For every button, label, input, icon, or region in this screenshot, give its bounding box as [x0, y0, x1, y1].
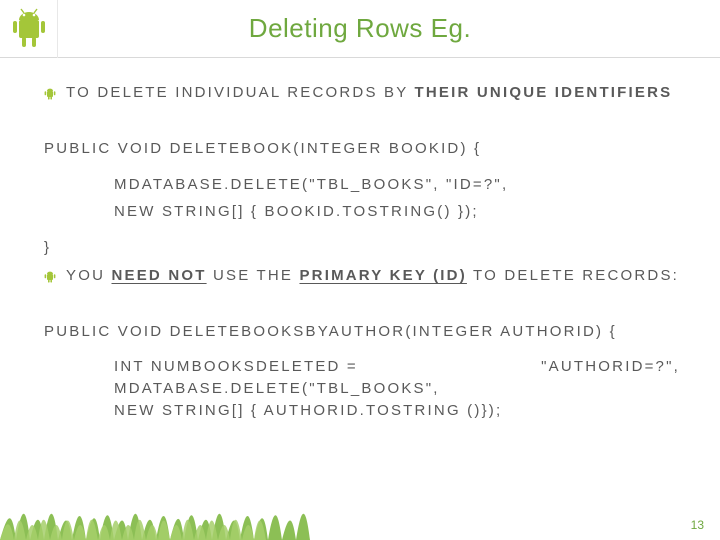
bullet-item: YOU NEED NOT USE THE PRIMARY KEY (ID) TO… — [44, 265, 680, 291]
text-emph: PRIMARY KEY (ID) — [299, 267, 466, 284]
text-emph: THEIR UNIQUE IDENTIFIERS — [415, 84, 673, 101]
bullet-text: TO DELETE INDIVIDUAL RECORDS BY THEIR UN… — [66, 82, 680, 104]
code-line: PUBLIC VOID DELETEBOOKSBYAUTHOR(INTEGER … — [44, 321, 680, 343]
slide-body: TO DELETE INDIVIDUAL RECORDS BY THEIR UN… — [0, 58, 720, 422]
android-bullet-icon — [44, 269, 56, 291]
code-line: NEW STRING[] { AUTHORID.TOSTRING ()}); — [44, 400, 680, 422]
code-line: MDATABASE.DELETE("TBL_BOOKS", "ID=?", — [44, 174, 680, 196]
code-line: NEW STRING[] { BOOKID.TOSTRING() }); — [44, 201, 680, 223]
text-span: YOU — [66, 267, 111, 284]
slide-header: Deleting Rows Eg. — [0, 0, 720, 58]
slide-title: Deleting Rows Eg. — [58, 13, 720, 44]
text-emph: NEED NOT — [111, 267, 206, 284]
text-span: TO DELETE INDIVIDUAL RECORDS BY — [66, 84, 415, 101]
page-number: 13 — [691, 518, 704, 532]
code-line: "AUTHORID=?", — [541, 356, 680, 400]
android-bullet-icon — [44, 86, 56, 108]
text-span: USE THE — [207, 267, 300, 284]
android-logo-icon — [0, 0, 58, 58]
code-line: PUBLIC VOID DELETEBOOK(INTEGER BOOKID) { — [44, 138, 680, 160]
code-line: } — [44, 237, 680, 259]
bullet-item: TO DELETE INDIVIDUAL RECORDS BY THEIR UN… — [44, 82, 680, 108]
bullet-text: YOU NEED NOT USE THE PRIMARY KEY (ID) TO… — [66, 265, 680, 287]
text-span: TO DELETE RECORDS: — [467, 267, 679, 284]
grass-decoration-icon — [0, 492, 720, 540]
code-line: INT NUMBOOKSDELETED = MDATABASE.DELETE("… — [44, 356, 481, 400]
